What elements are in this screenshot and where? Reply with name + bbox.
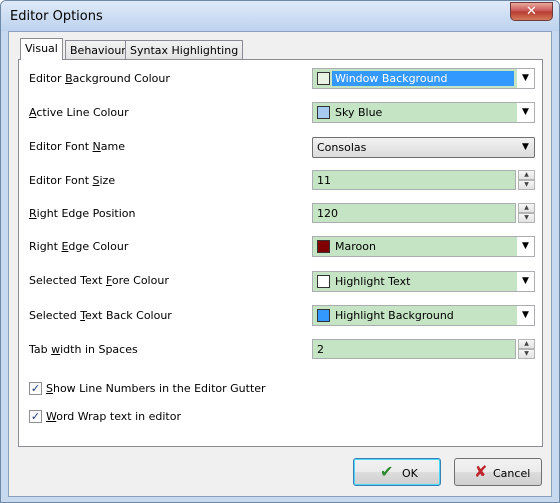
spin-down-icon[interactable]: ▼ — [518, 213, 535, 223]
chevron-down-icon[interactable]: ▼ — [517, 306, 534, 325]
ok-button[interactable]: ✔ OK — [353, 458, 441, 486]
combo-value: Highlight Background — [335, 309, 454, 322]
cross-icon: ✘ — [474, 462, 488, 481]
editor-options-window: Editor Options ✕ Visual Behaviour Syntax… — [0, 0, 560, 503]
cancel-button-label: Cancel — [493, 467, 531, 480]
editor-font-size-label: Editor Font Size — [29, 174, 116, 187]
right-edge-position-spinner[interactable]: 120 ▲ ▼ — [312, 203, 535, 223]
spin-arrows[interactable]: ▲ ▼ — [518, 170, 535, 190]
tab-behaviour[interactable]: Behaviour — [65, 40, 131, 59]
tab-label: Visual — [25, 42, 58, 55]
tab-width-label: Tab width in Spaces — [29, 343, 138, 356]
editor-font-size-field[interactable]: 11 — [312, 170, 516, 190]
editor-font-size-spinner[interactable]: 11 ▲ ▼ — [312, 170, 535, 190]
colour-swatch — [317, 72, 330, 85]
tab-width-spinner[interactable]: 2 ▲ ▼ — [312, 339, 535, 359]
selected-text-fore-colour-combo[interactable]: Highlight Text ▼ — [312, 271, 535, 292]
right-edge-position-label: Right Edge Position — [29, 207, 136, 220]
checkbox-label: Show Line Numbers in the Editor Gutter — [46, 382, 266, 395]
checkbox-label: Word Wrap text in editor — [46, 410, 181, 423]
spin-arrows[interactable]: ▲ ▼ — [518, 339, 535, 359]
editor-font-name-label: Editor Font Name — [29, 140, 125, 153]
tab-width-field[interactable]: 2 — [312, 339, 516, 359]
checkbox-box[interactable]: ✓ — [29, 410, 42, 423]
visual-tab-panel: Editor Background Colour Window Backgrou… — [18, 59, 543, 447]
editor-background-colour-combo[interactable]: Window Background ▼ — [312, 68, 535, 89]
spin-up-icon[interactable]: ▲ — [518, 170, 535, 180]
close-icon: ✕ — [526, 4, 537, 19]
tab-visual[interactable]: Visual — [20, 38, 63, 60]
colour-swatch — [317, 309, 330, 322]
active-line-colour-combo[interactable]: Sky Blue ▼ — [312, 102, 535, 123]
chevron-down-icon[interactable]: ▼ — [517, 237, 534, 256]
title-bar: Editor Options ✕ — [1, 1, 559, 31]
colour-swatch — [317, 106, 330, 119]
checkmark-icon: ✔ — [380, 462, 394, 481]
colour-swatch — [317, 275, 330, 288]
combo-value: Highlight Text — [335, 275, 411, 288]
combo-value: Maroon — [335, 240, 376, 253]
colour-swatch — [317, 240, 330, 253]
combo-value: Sky Blue — [335, 106, 383, 119]
cancel-button[interactable]: ✘ Cancel — [454, 458, 542, 486]
chevron-down-icon[interactable]: ▼ — [517, 103, 534, 122]
close-button[interactable]: ✕ — [510, 2, 553, 21]
right-edge-colour-label: Right Edge Colour — [29, 240, 129, 253]
combo-value: Consolas — [317, 141, 367, 154]
selected-text-fore-colour-label: Selected Text Fore Colour — [29, 274, 169, 287]
spin-up-icon[interactable]: ▲ — [518, 203, 535, 213]
dialog-body: Visual Behaviour Syntax Highlighting Edi… — [8, 31, 552, 497]
chevron-down-icon[interactable]: ▼ — [517, 138, 534, 157]
editor-font-name-select[interactable]: Consolas ▼ — [312, 137, 535, 158]
tab-label: Syntax Highlighting — [130, 44, 239, 57]
spin-down-icon[interactable]: ▼ — [518, 180, 535, 190]
spin-up-icon[interactable]: ▲ — [518, 339, 535, 349]
chevron-down-icon[interactable]: ▼ — [517, 69, 534, 88]
active-line-colour-label: Active Line Colour — [29, 106, 129, 119]
combo-value: Window Background — [332, 71, 514, 86]
right-edge-position-field[interactable]: 120 — [312, 203, 516, 223]
checkbox-box[interactable]: ✓ — [29, 382, 42, 395]
selected-text-back-colour-label: Selected Text Back Colour — [29, 309, 172, 322]
spin-arrows[interactable]: ▲ ▼ — [518, 203, 535, 223]
right-edge-colour-combo[interactable]: Maroon ▼ — [312, 236, 535, 257]
tab-label: Behaviour — [70, 44, 126, 57]
ok-button-label: OK — [402, 467, 418, 480]
selected-text-back-colour-combo[interactable]: Highlight Background ▼ — [312, 305, 535, 326]
window-title: Editor Options — [10, 9, 103, 24]
spin-down-icon[interactable]: ▼ — [518, 349, 535, 359]
editor-background-colour-label: Editor Background Colour — [29, 72, 170, 85]
chevron-down-icon[interactable]: ▼ — [517, 272, 534, 291]
tab-syntax-highlighting[interactable]: Syntax Highlighting — [125, 40, 244, 59]
